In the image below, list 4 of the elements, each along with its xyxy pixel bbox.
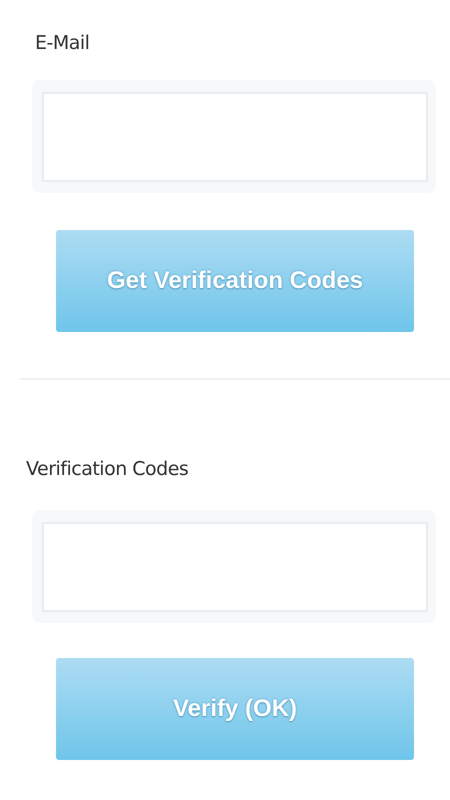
field-label: Verification Codes [26,458,188,480]
verify-button[interactable]: Verify (OK) [56,658,414,760]
field-label: E-Mail [35,32,90,54]
get-codes-button[interactable]: Get Verification Codes [56,230,414,332]
